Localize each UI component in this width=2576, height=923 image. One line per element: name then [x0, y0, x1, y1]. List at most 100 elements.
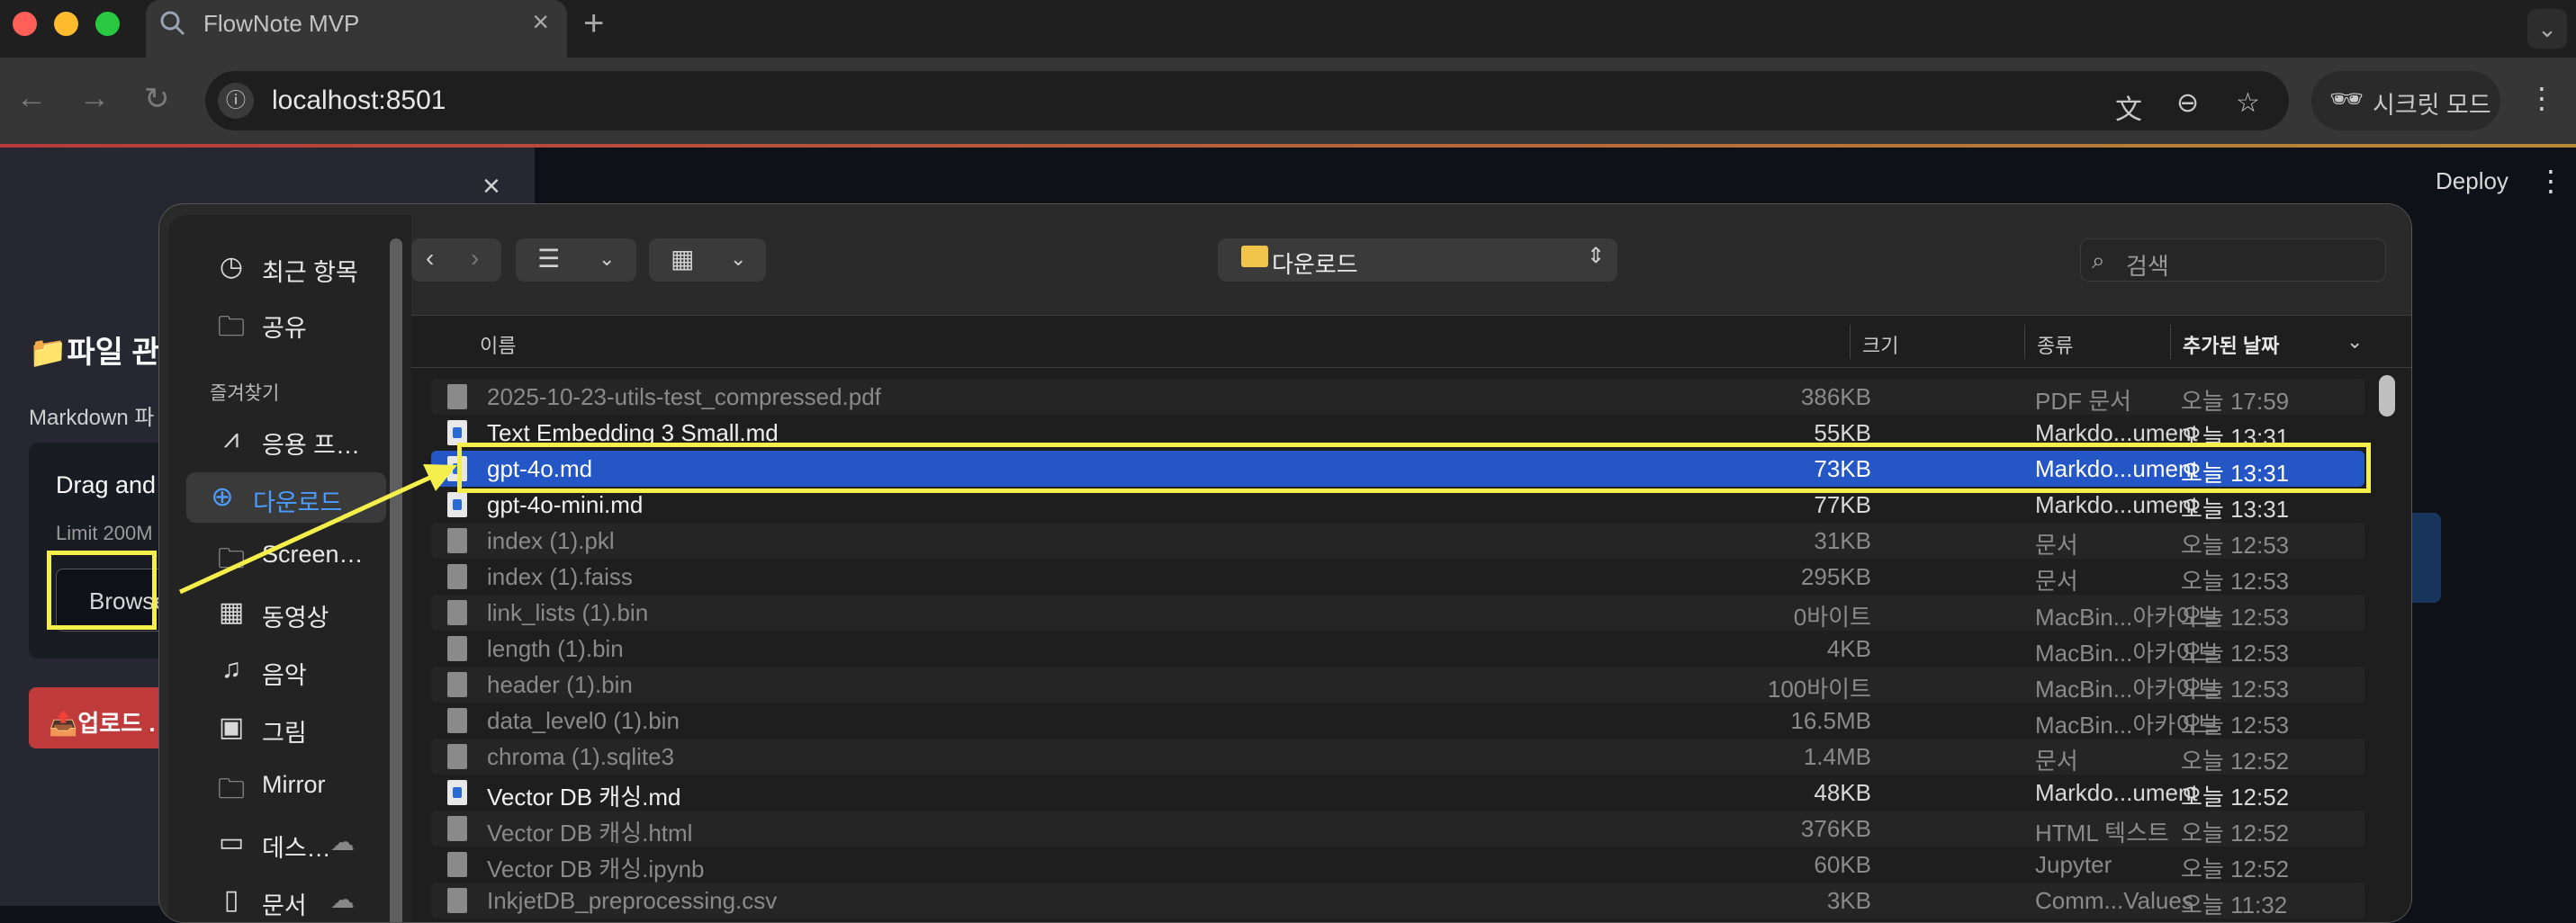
reload-icon[interactable]: ↻ [144, 81, 170, 117]
app-menu-icon[interactable]: ⋮ [2536, 164, 2565, 198]
column-header: 이름 크기 종류 추가된 날짜 ⌄ [411, 316, 2411, 368]
file-date: 오늘 12:53 [2181, 676, 2290, 703]
sidebar-item-downloads[interactable]: ⊕ 다운로드 [186, 472, 386, 523]
file-row[interactable]: header (1).bin 100바이트 MacBin...아카이브 오늘 12:5… [431, 667, 2364, 703]
sidebar-scrollbar[interactable] [390, 238, 402, 922]
incognito-indicator[interactable]: 🕶 시크릿 모드 [2311, 71, 2500, 130]
favorites-header: 즐겨찾기 [210, 383, 280, 404]
file-row[interactable]: index (1).pkl 31KB 문서 오늘 12:53 [431, 523, 2364, 559]
file-kind: Comm...Values [2035, 887, 2193, 914]
location-popup[interactable]: 다운로드 ⇕ [1218, 238, 1617, 282]
markdown-file-icon [447, 492, 467, 517]
file-date: 오늘 12:52 [2181, 820, 2290, 847]
translate-icon[interactable]: 文 [2115, 87, 2142, 127]
file-row[interactable]: length (1).bin 4KB MacBin...아카이브 오늘 12:53 [431, 631, 2364, 667]
file-name: index (1).pkl [487, 527, 615, 554]
file-row[interactable]: InkjetDB_preprocessing.csv 3KB Comm...Valu… [431, 883, 2364, 919]
dropzone-text: Drag and [56, 471, 157, 498]
file-size: 48KB [1814, 779, 1871, 806]
close-window-button[interactable] [13, 12, 37, 36]
column-kind[interactable]: 종류 [2037, 330, 2073, 359]
list-view-button[interactable]: ☰ ⌄ [516, 238, 636, 282]
search-field[interactable]: ⌕ 검색 [2080, 238, 2386, 282]
column-divider[interactable] [2170, 325, 2171, 359]
browser-menu-icon[interactable]: ⋮ [2527, 81, 2556, 115]
file-row[interactable]: data_level0 (1).bin 16.5MB MacBin...아카이브 오늘… [431, 703, 2364, 739]
column-date-added[interactable]: 추가된 날짜 [2183, 330, 2279, 359]
photo-icon: ▣ [218, 712, 245, 742]
markdown-file-icon [447, 780, 467, 805]
back-icon[interactable]: ← [16, 81, 47, 116]
dialog-main: ‹ › ☰ ⌄ ▦ ⌄ 다운로드 ⇕ ⌕ 검색 이름 크기 종류 추가된 날짜 … [411, 204, 2411, 922]
file-size: 4KB [1826, 635, 1871, 662]
file-date: 오늘 12:53 [2181, 568, 2290, 595]
file-size: 376KB [1800, 815, 1871, 842]
list-view-icon: ☰ [537, 245, 561, 273]
address-bar[interactable]: ⓘ localhost:8501 文 ⊖ ☆ [205, 71, 2289, 130]
sidebar-item-label: 다운로드 [253, 489, 343, 516]
file-kind: HTML 텍스트 [2035, 820, 2169, 847]
sidebar-item-label: 공유 [262, 315, 307, 342]
file-kind: 문서 [2035, 748, 2078, 775]
new-tab-button[interactable]: + [583, 4, 604, 44]
file-row[interactable]: Vector DB 캐싱.html 376KB HTML 텍스트 오늘 12:52 [431, 811, 2364, 847]
close-tab-icon[interactable]: × [532, 5, 549, 39]
search-icon: ⌕ [2092, 246, 2105, 273]
doc-icon: ▯ [223, 885, 239, 915]
file-row[interactable]: chroma (1).sqlite3 1.4MB 문서 오늘 12:52 [431, 739, 2364, 775]
column-divider[interactable] [2024, 325, 2025, 359]
file-kind: 문서 [2035, 568, 2078, 595]
column-size[interactable]: 크기 [1862, 330, 1898, 359]
file-size: 3KB [1826, 887, 1871, 914]
document-icon [447, 708, 467, 733]
file-size: 31KB [1814, 527, 1871, 554]
file-list-scrollbar[interactable] [2379, 375, 2395, 417]
file-kind: Markdo...ument [2035, 779, 2198, 806]
markdown-file-icon [447, 420, 467, 445]
document-icon [447, 672, 467, 697]
search-placeholder: 검색 [2126, 253, 2169, 280]
file-row[interactable]: Vector DB 캐싱.md 48KB Markdo...ument 오늘 12:5… [431, 775, 2364, 811]
grid-icon: ▦ [671, 245, 695, 273]
sidebar-item-label: 데스… [262, 835, 331, 862]
document-icon [447, 564, 467, 589]
file-size: 16.5MB [1790, 707, 1871, 734]
browser-tab-bar: FlowNote MVP × + ⌄ [0, 0, 2576, 58]
column-name[interactable]: 이름 [480, 330, 516, 359]
minimize-window-button[interactable] [54, 12, 78, 36]
file-name: gpt-4o-mini.md [487, 491, 644, 518]
file-row[interactable]: Vector DB 캐싱.ipynb 60KB Jupyter 오늘 12:52 [431, 847, 2364, 883]
deploy-button[interactable]: Deploy [2436, 167, 2508, 195]
sidebar-item-label: 응용 프… [262, 432, 361, 459]
file-date: 오늘 12:52 [2181, 748, 2290, 775]
file-kind: PDF 문서 [2035, 388, 2132, 415]
site-info-icon[interactable]: ⓘ [218, 83, 254, 119]
film-icon: ▦ [218, 597, 245, 627]
zoom-icon[interactable]: ⊖ [2176, 87, 2199, 119]
column-divider[interactable] [1850, 325, 1851, 359]
group-view-button[interactable]: ▦ ⌄ [649, 238, 766, 282]
file-kind: Jupyter [2035, 851, 2112, 878]
file-size: 1.4MB [1803, 743, 1871, 770]
file-date: 오늘 12:53 [2181, 712, 2290, 739]
tab-search-button[interactable]: ⌄ [2527, 9, 2567, 49]
file-row[interactable]: link_lists (1).bin 0바이트 MacBin...아카이브 오늘 12… [431, 595, 2364, 631]
file-name: chroma (1).sqlite3 [487, 743, 675, 770]
file-name: Vector DB 캐싱.html [487, 820, 693, 847]
bookmark-star-icon[interactable]: ☆ [2236, 87, 2260, 119]
browser-tab[interactable]: FlowNote MVP × [146, 0, 567, 58]
file-size: 295KB [1800, 563, 1871, 590]
chevron-down-icon[interactable]: ⌄ [2346, 330, 2363, 354]
file-row[interactable]: 2025-10-23-utils-test_compressed.pdf 386K… [431, 379, 2364, 415]
uploader-label: Markdown 파 [29, 406, 155, 430]
forward-icon[interactable]: → [79, 81, 110, 116]
maximize-window-button[interactable] [95, 12, 120, 36]
chevron-left-icon[interactable]: ‹ [426, 244, 434, 273]
sidebar-close-icon[interactable]: × [482, 169, 500, 204]
incognito-icon: 🕶 [2329, 85, 2364, 114]
nav-back-forward[interactable]: ‹ › [411, 238, 501, 282]
file-row[interactable]: index (1).faiss 295KB 문서 오늘 12:53 [431, 559, 2364, 595]
file-name: Vector DB 캐싱.md [487, 784, 681, 811]
document-icon [447, 528, 467, 553]
chevron-right-icon[interactable]: › [471, 244, 479, 273]
